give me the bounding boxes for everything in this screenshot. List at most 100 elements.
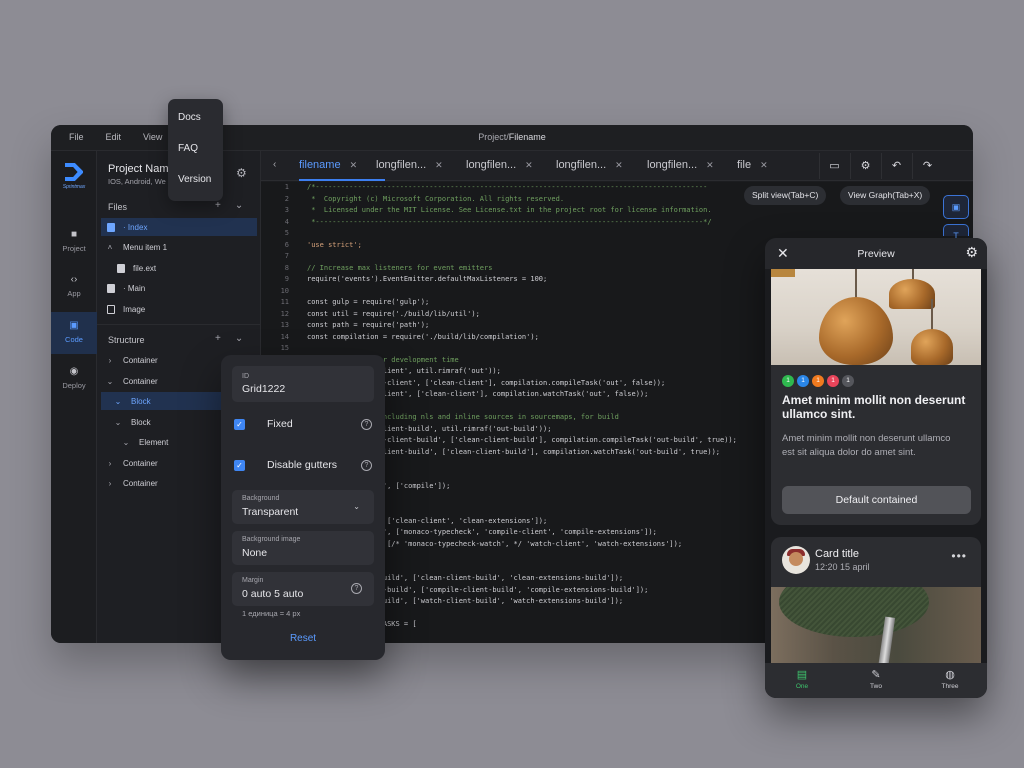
clipboard-icon: ▣: [69, 320, 79, 331]
rail-app[interactable]: ‹› App: [51, 266, 97, 308]
plus-icon[interactable]: +: [215, 333, 235, 344]
chevron-right-icon[interactable]: ›: [105, 356, 115, 365]
split-view-button[interactable]: Split view(Tab+C): [744, 186, 827, 205]
code-line[interactable]: 10: [261, 286, 737, 298]
tab-longfilename-2[interactable]: longfilen... ✕: [466, 159, 533, 171]
id-value[interactable]: Grid1222: [242, 383, 285, 395]
menu-item-docs[interactable]: Docs: [178, 112, 201, 123]
code-line[interactable]: 13 const path = require('path');: [261, 320, 737, 332]
close-icon[interactable]: ✕: [615, 160, 623, 170]
menu-item-faq[interactable]: FAQ: [178, 143, 198, 154]
chevron-up-icon[interactable]: ˄: [105, 243, 115, 252]
gutters-checkbox-row[interactable]: ✓ Disable gutters ?: [234, 458, 374, 474]
redo-icon[interactable]: ↷: [912, 153, 942, 179]
lamp-edge: [771, 269, 795, 277]
code-line[interactable]: 12 const util = require('./build/lib/util…: [261, 309, 737, 321]
preview-panel: ✕ Preview ⚙ 1 1 1 1 1 Amet minim mollit …: [765, 238, 987, 698]
chevron-down-icon[interactable]: ⌄: [105, 377, 115, 386]
file-item-main[interactable]: · Main: [101, 279, 257, 297]
close-icon[interactable]: ✕: [706, 160, 714, 170]
gear-icon[interactable]: ⚙: [236, 166, 247, 180]
code-line[interactable]: 2 * Copyright (c) Microsoft Corporation.…: [261, 194, 737, 206]
plus-icon[interactable]: +: [215, 200, 235, 211]
id-field[interactable]: ID Grid1222: [232, 366, 374, 402]
badge: 1: [782, 375, 794, 387]
gear-icon[interactable]: ⚙: [965, 244, 978, 261]
tab-label: longfilen...: [376, 159, 427, 171]
close-icon[interactable]: ✕: [350, 160, 358, 170]
text-frame-icon[interactable]: T: [943, 224, 969, 241]
background-image-value: None: [242, 547, 268, 559]
code-text: // Increase max listeners for event emit…: [307, 263, 493, 272]
rail-code[interactable]: ▣ Code: [51, 312, 97, 354]
monitor-icon[interactable]: ▭: [819, 153, 849, 179]
chevron-right-icon[interactable]: ›: [105, 479, 115, 488]
nav-item-three[interactable]: ◍ Three: [920, 668, 980, 690]
chevron-down-icon[interactable]: ⌄: [235, 200, 257, 211]
rail-deploy[interactable]: ◉ Deploy: [51, 358, 97, 400]
code-line[interactable]: 7: [261, 251, 737, 263]
file-item-image[interactable]: Image: [101, 300, 257, 318]
file-item-menu[interactable]: ˄ Menu item 1: [101, 238, 257, 256]
code-line[interactable]: 11 const gulp = require('gulp');: [261, 297, 737, 309]
tab-filename[interactable]: filename ✕: [299, 159, 357, 171]
more-icon[interactable]: •••: [951, 549, 967, 563]
margin-label: Margin: [242, 577, 264, 584]
help-icon[interactable]: ?: [361, 460, 372, 471]
code-line[interactable]: 3 * Licensed under the MIT License. See …: [261, 205, 737, 217]
chevron-down-icon[interactable]: ⌄: [113, 418, 123, 427]
folder-icon: ■: [70, 229, 78, 240]
help-icon[interactable]: ?: [351, 583, 362, 594]
line-number: 8: [284, 263, 289, 272]
code-line[interactable]: 14 const compilation = require('./build/l…: [261, 332, 737, 344]
undo-icon[interactable]: ↶: [881, 153, 911, 179]
close-icon[interactable]: ✕: [760, 160, 768, 170]
chevron-down-icon[interactable]: ⌄: [113, 397, 123, 406]
file-item-index[interactable]: · Index: [101, 218, 257, 236]
help-icon[interactable]: ?: [361, 419, 372, 430]
code-line[interactable]: 6 'use strict';: [261, 240, 737, 252]
chevron-left-icon[interactable]: ‹: [273, 159, 276, 170]
chevron-right-icon[interactable]: ›: [105, 459, 115, 468]
tab-longfilename-4[interactable]: longfilen... ✕: [647, 159, 714, 171]
fixed-checkbox-row[interactable]: ✓ Fixed ?: [234, 417, 374, 433]
file-item-label: · Main: [123, 283, 146, 293]
code-line[interactable]: 9 require('events').EventEmitter.defaultM…: [261, 274, 737, 286]
app-logo: Sprintmax: [60, 163, 88, 190]
frame-icon[interactable]: ▣: [943, 195, 969, 219]
code-line[interactable]: 8 // Increase max listeners for event emi…: [261, 263, 737, 275]
code-line[interactable]: 5: [261, 228, 737, 240]
rail-project[interactable]: ■ Project: [51, 221, 97, 263]
tab-longfilename-3[interactable]: longfilen... ✕: [556, 159, 623, 171]
chevron-down-icon[interactable]: ⌄: [121, 438, 131, 447]
file-item-ext[interactable]: file.ext: [101, 259, 257, 277]
active-tab-indicator: [299, 179, 385, 181]
tab-file[interactable]: file ✕: [737, 159, 768, 171]
close-icon[interactable]: ✕: [525, 160, 533, 170]
window-title-path: Project/: [478, 132, 509, 142]
reset-button[interactable]: Reset: [221, 633, 385, 644]
preview-card: 1 1 1 1 1 Amet minim mollit non deserunt…: [771, 269, 981, 525]
default-contained-button[interactable]: Default contained: [782, 486, 971, 514]
background-select[interactable]: Background Transparent ⌄: [232, 490, 374, 524]
code-line[interactable]: 15: [261, 343, 737, 355]
tab-longfilename-1[interactable]: longfilen... ✕: [376, 159, 443, 171]
margin-field[interactable]: Margin 0 auto 5 auto ?: [232, 572, 374, 606]
pen-icon: ✎: [871, 669, 881, 681]
close-icon[interactable]: ✕: [435, 160, 443, 170]
view-graph-button[interactable]: View Graph(Tab+X): [840, 186, 931, 205]
margin-value[interactable]: 0 auto 5 auto: [242, 588, 303, 600]
disable-gutters-checkbox[interactable]: ✓: [234, 460, 245, 471]
nav-item-one[interactable]: ▤ One: [772, 668, 832, 690]
code-line[interactable]: 1 /*-------------------------------------…: [261, 182, 737, 194]
fixed-checkbox[interactable]: ✓: [234, 419, 245, 430]
line-number: 13: [280, 321, 289, 329]
chevron-down-icon[interactable]: ⌄: [235, 333, 257, 344]
line-number: 14: [280, 332, 289, 341]
card-body: Amet minim mollit non deserunt ullamco e…: [782, 433, 951, 458]
gear-icon[interactable]: ⚙: [850, 153, 880, 179]
background-image-field[interactable]: Background image None: [232, 531, 374, 565]
nav-item-two[interactable]: ✎ Two: [846, 668, 906, 690]
menu-item-version[interactable]: Version: [178, 174, 211, 185]
code-line[interactable]: 4 *-------------------------------------…: [261, 217, 737, 229]
